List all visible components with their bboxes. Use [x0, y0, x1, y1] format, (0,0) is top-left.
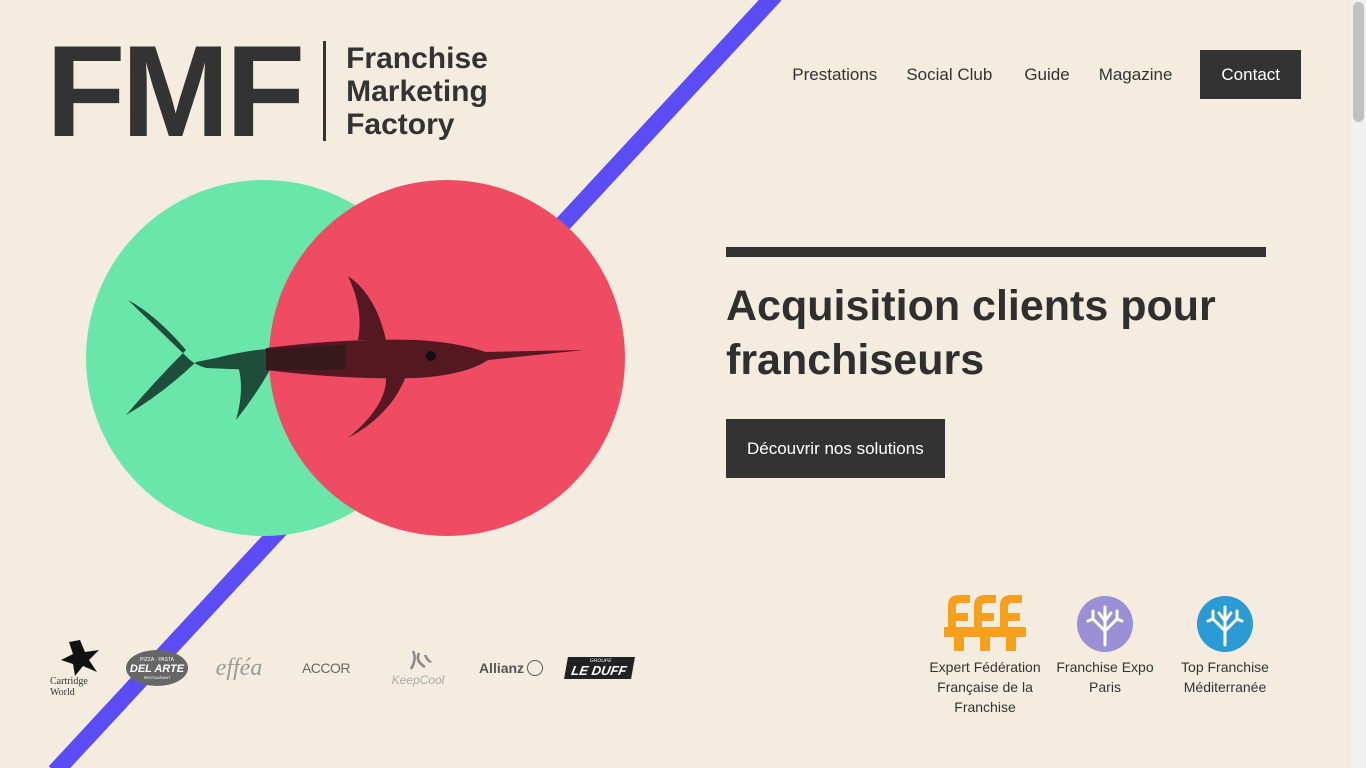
nav-magazine[interactable]: Magazine — [1099, 65, 1173, 85]
hero-title: Acquisition clients pour franchiseurs — [726, 282, 1216, 384]
logo-line-1: Franchise — [346, 41, 488, 75]
badge-fff[interactable]: Expert Fédération Française de la Franch… — [905, 595, 1065, 717]
contact-button[interactable]: Contact — [1200, 50, 1301, 99]
hero-section: Acquisition clients pour franchiseurs Dé… — [726, 247, 1266, 478]
logo-mark: FMF — [46, 18, 305, 164]
logo-line-2: Marketing — [346, 74, 488, 108]
page-scrollbar[interactable] — [1351, 0, 1366, 768]
badge-top-franchise-label: Top Franchise Méditerranée — [1181, 659, 1269, 695]
hero-divider-bar — [726, 247, 1266, 257]
accor-logo: ACCOR — [301, 660, 351, 676]
badge-top-franchise[interactable]: Top Franchise Méditerranée — [1159, 595, 1291, 717]
certification-badges: Expert Fédération Française de la Franch… — [905, 595, 1291, 717]
le-duff-logo: GROUPE LE DUFF — [563, 657, 635, 679]
scrollbar-thumb[interactable] — [1353, 2, 1364, 122]
client-logos: Cartridge World PIZZA · PASTA DEL ARTE R… — [50, 638, 646, 698]
effea-logo: efféa — [215, 654, 263, 681]
site-logo[interactable]: FMF Franchise Marketing Factory — [46, 18, 488, 164]
main-nav: Prestations Social Club Guide Magazine C… — [763, 50, 1301, 99]
tree-icon — [1077, 596, 1133, 652]
del-arte-logo: PIZZA · PASTA DEL ARTE RESTAURANT — [122, 650, 192, 686]
cartridge-world-logo: Cartridge World — [50, 638, 110, 698]
discover-solutions-button[interactable]: Découvrir nos solutions — [726, 419, 945, 478]
badge-franchise-expo[interactable]: Franchise Expo Paris — [1051, 595, 1159, 717]
fff-logo-icon — [944, 595, 1026, 651]
nav-guide[interactable]: Guide — [1024, 65, 1069, 85]
nav-social-club[interactable]: Social Club — [906, 65, 992, 85]
hero-illustration — [86, 180, 625, 536]
allianz-logo: Allianz — [470, 660, 552, 676]
logo-wordmark: Franchise Marketing Factory — [346, 42, 488, 141]
logo-line-3: Factory — [346, 107, 455, 141]
nav-prestations[interactable]: Prestations — [792, 65, 877, 85]
badge-fff-label: Expert Fédération Française de la Franch… — [929, 659, 1041, 715]
keepcool-logo: KeepCool — [378, 649, 458, 687]
logo-divider — [323, 41, 327, 141]
badge-franchise-expo-label: Franchise Expo Paris — [1056, 659, 1154, 695]
tree-icon — [1197, 596, 1253, 652]
